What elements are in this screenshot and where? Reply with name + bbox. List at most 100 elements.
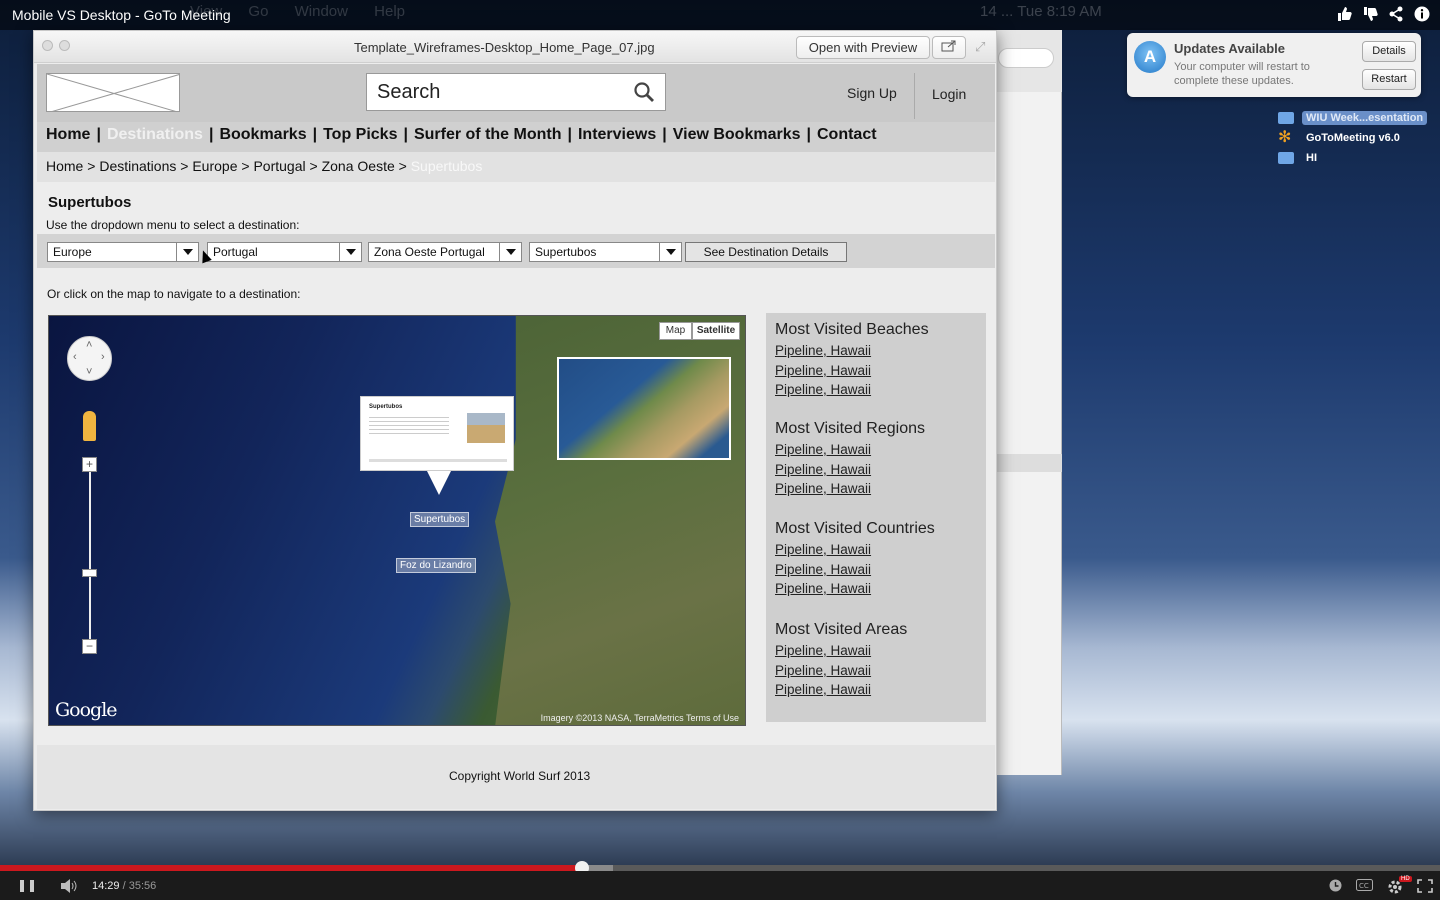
thumbs-down-icon[interactable] [1362,6,1378,22]
watch-later-icon[interactable] [1329,879,1342,895]
thumbs-up-icon[interactable] [1336,6,1352,22]
svg-text:CC: CC [1359,882,1369,890]
sidebar-link[interactable]: Pipeline, Hawaii [775,440,925,460]
sign-up-link[interactable]: Sign Up [847,85,897,101]
nav-view-bookmarks[interactable]: View Bookmarks [673,126,801,143]
time-current: 14:29 [92,880,120,892]
pan-control[interactable]: ˄ ˅ ‹ › [67,336,112,381]
pause-icon[interactable] [20,880,34,892]
nav-home[interactable]: Home [46,126,90,143]
finder-search-field[interactable] [998,48,1054,68]
beach-select[interactable]: Supertubos [529,242,682,262]
folder-icon [1278,152,1294,164]
destination-map[interactable]: Map Satellite ˄ ˅ ‹ › + − Supertubos Sup… [48,315,746,726]
see-destination-details-button[interactable]: See Destination Details [685,242,847,262]
sidebar-section-title: Most Visited Countries [775,520,935,537]
breadcrumb-destinations[interactable]: Destinations [99,158,176,174]
share-button[interactable] [932,36,966,59]
share-icon[interactable] [1388,6,1404,22]
map-type-map-button[interactable]: Map [659,322,692,340]
volume-icon[interactable] [60,879,78,896]
sidebar-link[interactable]: Pipeline, Hawaii [775,460,925,480]
nav-interviews[interactable]: Interviews [578,126,656,143]
app-store-icon: A [1134,41,1166,73]
details-button[interactable]: Details [1362,41,1416,62]
breadcrumb-portugal[interactable]: Portugal [253,158,305,174]
dropdown-instruction: Use the dropdown menu to select a destin… [46,218,300,232]
google-logo: Google [55,699,118,721]
map-type-satellite-button[interactable]: Satellite [692,322,740,340]
most-visited-regions: Most Visited Regions Pipeline, Hawaii Pi… [775,420,925,499]
sidebar-link[interactable]: Pipeline, Hawaii [775,579,935,599]
search-icon[interactable] [633,81,655,103]
desktop-icons: WIU Week...esentation ✻ GoToMeeting v6.0… [1278,108,1428,168]
sidebar-section-title: Most Visited Beaches [775,321,929,338]
folder-icon [1278,112,1294,124]
background-finder-window[interactable] [996,30,1062,775]
zoom-out-button[interactable]: − [82,639,97,654]
restart-button[interactable]: Restart [1362,69,1416,90]
copyright-text: Copyright World Surf 2013 [449,769,591,783]
expand-icon[interactable]: ⤢ [975,39,985,55]
map-attribution[interactable]: Imagery ©2013 NASA, TerraMetrics Terms o… [541,713,739,723]
overview-inset-map[interactable] [557,357,731,460]
desktop-item-hi[interactable]: HI [1278,148,1427,168]
open-with-preview-button[interactable]: Open with Preview [796,36,930,59]
nav-bookmarks[interactable]: Bookmarks [219,126,306,143]
zoom-slider-track[interactable] [89,464,91,649]
breadcrumb-zona-oeste[interactable]: Zona Oeste [322,158,395,174]
zoom-slider-thumb[interactable] [82,569,97,577]
sidebar-link[interactable]: Pipeline, Hawaii [775,341,929,361]
fullscreen-icon[interactable] [1417,879,1433,896]
notification-message: Your computer will restart to complete t… [1174,61,1310,87]
login-link[interactable]: Login [932,86,966,102]
pan-up-icon[interactable]: ˄ [86,339,92,351]
sidebar-link[interactable]: Pipeline, Hawaii [775,361,929,381]
search-input[interactable]: Search [366,73,666,111]
desktop-item-wiu-week[interactable]: WIU Week...esentation [1278,108,1428,128]
map-info-popup[interactable]: Supertubos [360,396,514,471]
nav-separator: | [806,126,811,143]
main-nav: Home | Destinations | Bookmarks | Top Picks | Su… [37,122,995,152]
fullscreen-window-icon[interactable] [59,40,70,51]
sidebar-link[interactable]: Pipeline, Hawaii [775,479,925,499]
pan-down-icon[interactable]: ˅ [86,366,92,378]
map-marker-supertubos[interactable]: Supertubos [410,512,470,527]
sidebar-link[interactable]: Pipeline, Hawaii [775,540,935,560]
breadcrumb-europe[interactable]: Europe [192,158,237,174]
sidebar-link[interactable]: Pipeline, Hawaii [775,680,907,700]
region-select[interactable]: Europe [47,242,199,262]
chevron-down-icon [659,243,681,261]
finder-row-highlight [996,454,1062,472]
preview-filename: Template_Wireframes-Desktop_Home_Page_07… [354,40,655,55]
desktop-item-label: GoToMeeting v6.0 [1306,132,1400,144]
sidebar-link[interactable]: Pipeline, Hawaii [775,560,935,580]
popup-title: Supertubos [369,404,403,410]
area-select[interactable]: Zona Oeste Portugal [368,242,522,262]
nav-destinations[interactable]: Destinations [107,126,203,143]
sidebar-link[interactable]: Pipeline, Hawaii [775,380,929,400]
street-view-pegman-icon[interactable] [83,411,96,441]
nav-surfer-of-the-month[interactable]: Surfer of the Month [414,126,562,143]
nav-top-picks[interactable]: Top Picks [323,126,397,143]
nav-contact[interactable]: Contact [817,126,877,143]
menu-help: Help [374,3,405,20]
most-visited-areas: Most Visited Areas Pipeline, Hawaii Pipe… [775,621,907,700]
desktop-item-label: WIU Week...esentation [1302,111,1428,125]
country-select[interactable]: Portugal [207,242,362,262]
sidebar-link[interactable]: Pipeline, Hawaii [775,661,907,681]
desktop-item-gotomeeting[interactable]: ✻ GoToMeeting v6.0 [1278,128,1427,148]
video-title-bar: Mobile VS Desktop - GoTo Meeting View Go… [0,0,1440,30]
sidebar-link[interactable]: Pipeline, Hawaii [775,641,907,661]
zoom-in-button[interactable]: + [82,457,97,472]
map-marker-foz-do-lizandro[interactable]: Foz do Lizandro [396,558,476,573]
menu-window: Window [294,3,348,20]
pan-right-icon[interactable]: › [101,351,105,363]
captions-icon[interactable]: CC [1356,879,1373,894]
info-icon[interactable] [1414,6,1430,22]
background-status-bar: 14 ... Tue 8:19 AM [980,3,1102,20]
breadcrumb-home[interactable]: Home [46,158,83,174]
pan-left-icon[interactable]: ‹ [73,351,77,363]
close-window-icon[interactable] [42,40,53,51]
page-title: Supertubos [48,194,132,211]
